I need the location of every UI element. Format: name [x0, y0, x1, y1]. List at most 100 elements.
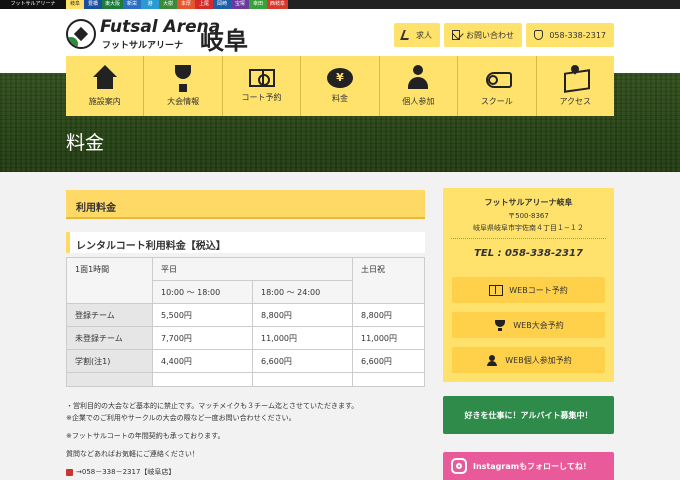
- nav-item-label: アクセス: [559, 97, 592, 106]
- button-label: WEBコート予約: [509, 285, 568, 295]
- table-row-label: [66, 372, 153, 387]
- section-title: 利用料金: [66, 190, 425, 219]
- handshake-icon: [400, 30, 412, 40]
- court-icon: [248, 69, 275, 87]
- store-zip: 〒500-8367: [508, 212, 549, 220]
- table-cell: 8,800円: [352, 303, 425, 327]
- divider: [451, 238, 606, 239]
- venue-tab-honatsugi[interactable]: 本厚: [177, 0, 196, 9]
- recruit-button[interactable]: 求人: [394, 23, 440, 47]
- site-logo[interactable]: Futsal Arena フットサルアリーナ 岐阜: [66, 17, 256, 55]
- table-row: [66, 372, 425, 387]
- store-name: フットサルアリーナ岐阜: [484, 198, 573, 207]
- whistle-icon: [484, 65, 512, 91]
- trophy-icon: [493, 319, 507, 331]
- nav-item-court-reservation[interactable]: コート予約: [222, 56, 302, 116]
- button-label: WEB個人参加予約: [505, 355, 572, 365]
- store-info-card: フットサルアリーナ岐阜 〒500-8367 岐阜県岐阜市宇佐南４丁目１−１２ T…: [443, 188, 614, 382]
- logo-city: 岐阜: [200, 27, 248, 55]
- venue-tab-ageo[interactable]: 上尾: [195, 0, 214, 9]
- table-row: 未登録チーム 7,700円 11,000円 11,000円: [66, 326, 425, 350]
- table-cell: 4,400円: [152, 349, 253, 373]
- nav-item-school[interactable]: スクール: [458, 56, 537, 116]
- venue-tab-minato[interactable]: 港: [141, 0, 160, 9]
- phone-icon: [534, 30, 544, 40]
- table-cell: 11,000円: [352, 326, 425, 350]
- map-icon: [562, 65, 588, 91]
- table-header-time2: 18:00 ～ 24:00: [252, 280, 353, 304]
- page-title: 料金: [66, 132, 105, 154]
- table-header-time1: 10:00 ～ 18:00: [152, 280, 253, 304]
- nav-item-label: スクール: [480, 97, 513, 106]
- venue-tab-okazaki[interactable]: 岡崎: [213, 0, 232, 9]
- site-header: Futsal Arena フットサルアリーナ 岐阜 求人 お問い合わせ 058-…: [0, 9, 680, 56]
- venue-tab-gifu[interactable]: 岐阜: [66, 0, 84, 9]
- nav-item-label: 施設案内: [88, 97, 121, 106]
- table-row: 学割(注1) 4,400円 6,600円 6,600円: [66, 349, 425, 373]
- table-header-row: 1面1時間 平日 土日祝: [66, 257, 425, 304]
- venue-tab-nishigifu[interactable]: 西岐阜: [267, 0, 289, 9]
- web-court-reservation-button[interactable]: WEBコート予約: [452, 277, 605, 303]
- nav-item-individual[interactable]: 個人参加: [379, 56, 459, 116]
- venue-tab-kota[interactable]: 幸田: [249, 0, 268, 9]
- instagram-banner-label: Instagramもフォローしてね！: [473, 461, 591, 471]
- table-row-label: 登録チーム: [66, 303, 153, 327]
- pricing-notes: ・営利目的の大会など基本的に禁止です。マッチメイクも３チーム迄とさせていただきま…: [66, 400, 426, 478]
- store-tel[interactable]: TEL : 058-338-2317: [443, 248, 614, 259]
- person-icon: [405, 65, 431, 91]
- job-banner[interactable]: 好きを仕事に！アルバイト募集中！: [443, 396, 614, 434]
- note-line: 質問などあればお気軽にご連絡ください！: [66, 450, 199, 458]
- note-line: ・営利目的の大会など基本的に禁止です。マッチメイクも３チーム迄とさせていただきま…: [66, 402, 359, 410]
- nav-item-facility[interactable]: 施設案内: [66, 56, 145, 116]
- venue-tab-daiju[interactable]: 大樹: [159, 0, 178, 9]
- store-address: 岐阜県岐阜市宇佐南４丁目１−１２: [473, 224, 584, 232]
- nav-item-label: 大会情報: [167, 97, 200, 106]
- recruit-label: 求人: [416, 30, 432, 40]
- table-cell: 7,700円: [152, 326, 253, 350]
- phone-icon: [66, 468, 73, 476]
- venue-tab-takarazuka[interactable]: 宝塚: [231, 0, 250, 9]
- web-tournament-reservation-button[interactable]: WEB大会予約: [452, 312, 605, 338]
- venue-strip-brand: フットサルアリーナ: [0, 0, 66, 9]
- subsection-title: レンタルコート利用料金【税込】: [66, 232, 425, 253]
- table-cell: 6,600円: [252, 349, 353, 373]
- soccer-ball-icon: [66, 19, 96, 49]
- nav-item-label: 個人参加: [402, 97, 435, 106]
- person-icon: [485, 354, 499, 366]
- instagram-banner[interactable]: Instagramもフォローしてね！: [443, 452, 614, 480]
- yen-icon: [326, 68, 353, 88]
- table-cell: [352, 372, 425, 387]
- table-cell: [152, 372, 253, 387]
- table-row-label: 学割(注1): [66, 349, 153, 373]
- table-cell: 11,000円: [252, 326, 353, 350]
- phone-note-text: →058－338－2317【岐阜店】: [76, 468, 176, 476]
- nav-item-label: コート予約: [241, 93, 282, 102]
- venue-tab-shinsakae[interactable]: 新栄: [123, 0, 142, 9]
- note-line: ※企業でのご利用やサークルの大会の際など一度お問い合わせください。: [66, 414, 296, 422]
- trophy-icon: [170, 65, 196, 92]
- table-cell: 5,500円: [152, 303, 253, 327]
- phone-button[interactable]: 058-338-2317: [526, 23, 614, 47]
- instagram-icon: [451, 458, 467, 474]
- table-cell: 6,600円: [352, 349, 425, 373]
- table-row-label: 未登録チーム: [66, 326, 153, 350]
- nav-item-tournament[interactable]: 大会情報: [144, 56, 223, 116]
- contact-button[interactable]: お問い合わせ: [444, 23, 522, 47]
- phone-note[interactable]: →058－338－2317【岐阜店】: [66, 466, 426, 478]
- nav-item-label: 料金: [331, 94, 348, 103]
- main-nav: 施設案内 大会情報 コート予約 料金 個人参加 スクール アクセス: [66, 56, 614, 116]
- nav-item-pricing[interactable]: 料金: [301, 56, 380, 116]
- price-table: 1面1時間 平日 土日祝 10:00 ～ 18:00 18:00 ～ 24:00…: [66, 257, 425, 387]
- phone-label: 058-338-2317: [549, 30, 606, 40]
- web-individual-reservation-button[interactable]: WEB個人参加予約: [452, 347, 605, 373]
- nav-item-access[interactable]: アクセス: [536, 56, 614, 116]
- table-row: 登録チーム 5,500円 8,800円 8,800円: [66, 303, 425, 327]
- mail-icon: [452, 30, 460, 40]
- note-line: ※フットサルコートの年間契約も承っております。: [66, 432, 225, 440]
- house-icon: [92, 65, 118, 91]
- venue-tab-higashiosaka[interactable]: 東大阪: [102, 0, 124, 9]
- table-cell: 8,800円: [252, 303, 353, 327]
- venue-tab-toyohashi[interactable]: 豊橋: [84, 0, 102, 9]
- table-cell: [252, 372, 353, 387]
- table-header-holiday: 土日祝: [352, 257, 425, 304]
